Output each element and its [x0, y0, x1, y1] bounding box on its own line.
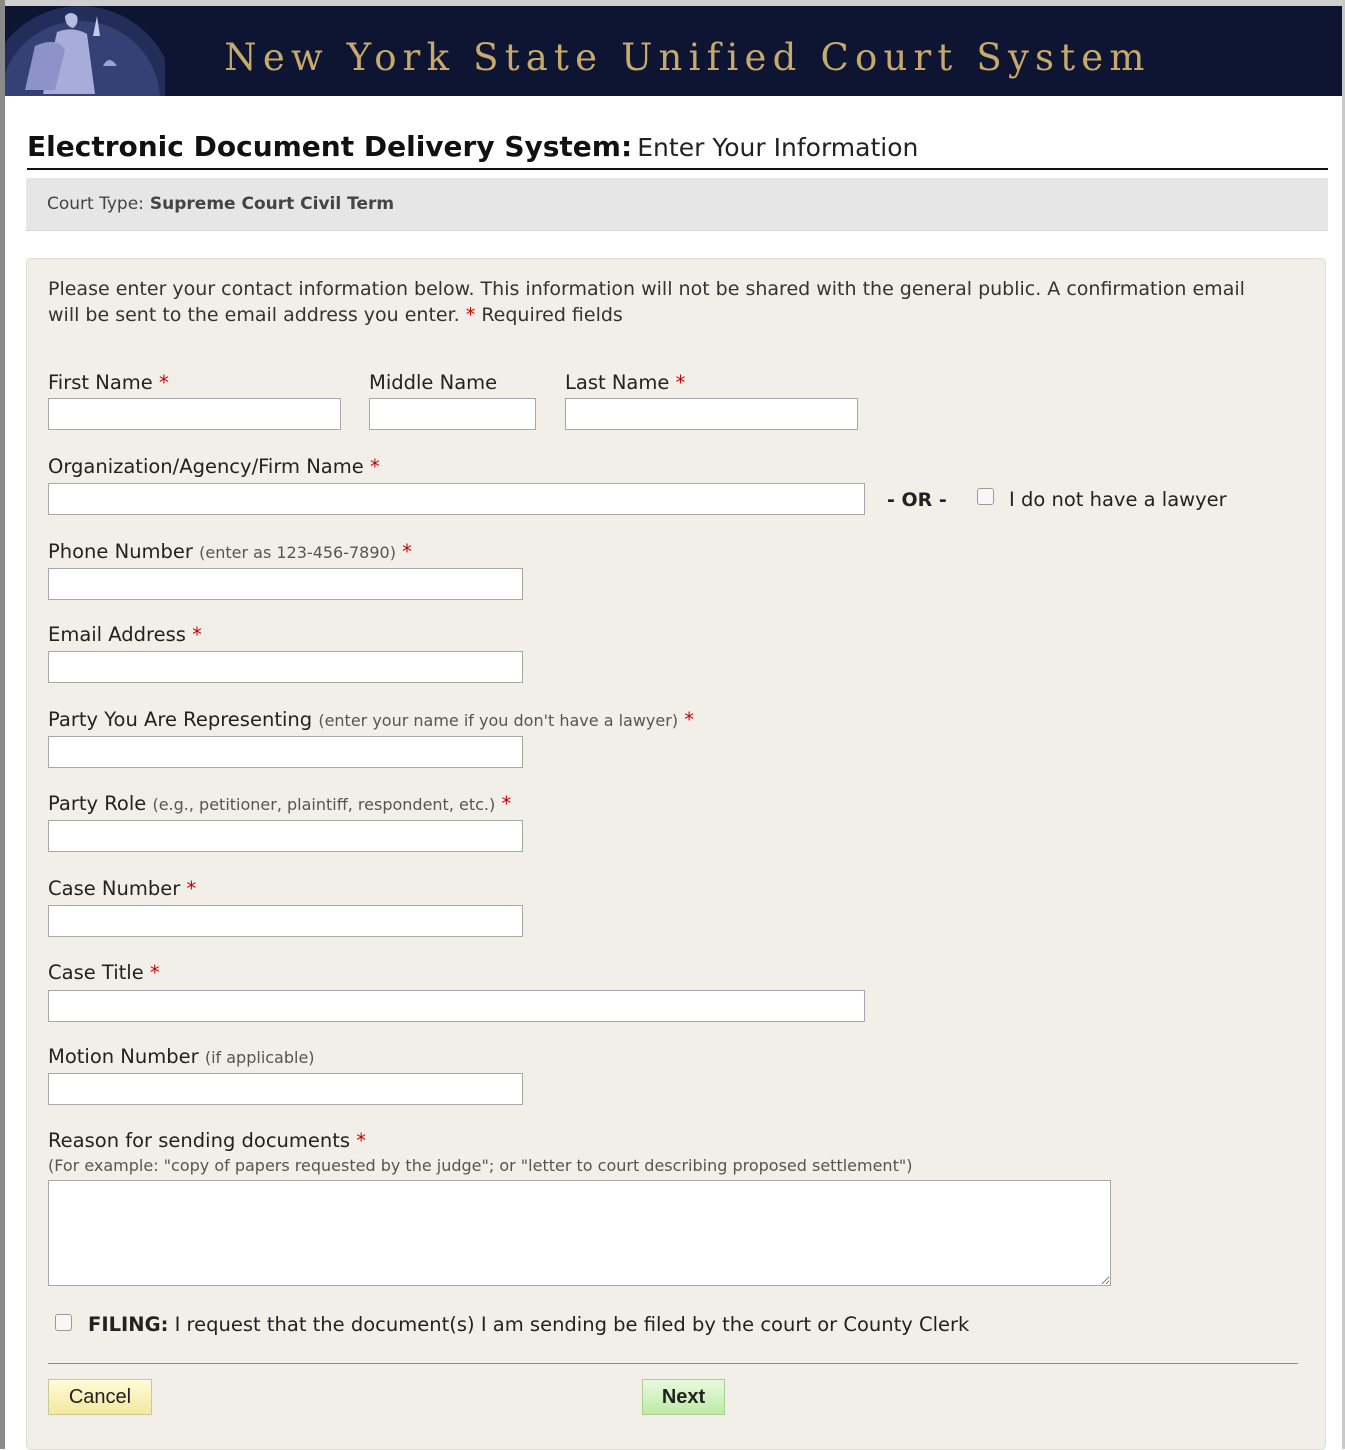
- motion-number-input[interactable]: [48, 1073, 523, 1105]
- case-number-input[interactable]: [48, 905, 523, 937]
- no-lawyer-label: I do not have a lawyer: [1009, 488, 1227, 511]
- no-lawyer-checkbox[interactable]: [977, 488, 994, 505]
- organization-label: Organization/Agency/Firm Name *: [48, 455, 380, 478]
- page-title-bold: Electronic Document Delivery System:: [27, 130, 633, 163]
- court-type-bar: Court Type: Supreme Court Civil Term: [26, 178, 1328, 231]
- first-name-input[interactable]: [48, 398, 341, 430]
- case-title-input[interactable]: [48, 990, 865, 1022]
- middle-name-label: Middle Name: [369, 371, 498, 394]
- court-type-value: Supreme Court Civil Term: [149, 194, 395, 214]
- reason-hint: (For example: "copy of papers requested …: [48, 1156, 913, 1175]
- last-name-label: Last Name *: [565, 371, 686, 394]
- first-name-label: First Name *: [48, 371, 169, 394]
- site-banner: New York State Unified Court System: [5, 6, 1342, 96]
- banner-title: New York State Unified Court System: [224, 36, 1151, 79]
- last-name-input[interactable]: [565, 398, 858, 430]
- middle-name-input[interactable]: [369, 398, 536, 430]
- phone-input[interactable]: [48, 568, 523, 600]
- case-title-label: Case Title *: [48, 961, 160, 984]
- cancel-button[interactable]: Cancel: [48, 1379, 152, 1415]
- next-button[interactable]: Next: [642, 1379, 725, 1415]
- intro-text: Please enter your contact information be…: [48, 278, 1245, 326]
- party-role-label: Party Role (e.g., petitioner, plaintiff,…: [48, 792, 512, 815]
- page-title: Electronic Document Delivery System: Ent…: [27, 130, 1328, 170]
- page-title-subtitle: Enter Your Information: [637, 133, 919, 162]
- or-separator: - OR -: [887, 489, 947, 511]
- party-label: Party You Are Representing (enter your n…: [48, 708, 695, 731]
- motion-number-label: Motion Number (if applicable): [48, 1045, 315, 1068]
- party-input[interactable]: [48, 736, 523, 768]
- reason-label: Reason for sending documents *: [48, 1129, 367, 1152]
- contact-form-panel: Please enter your contact information be…: [26, 258, 1326, 1450]
- email-input[interactable]: [48, 651, 523, 683]
- filing-label: FILING: I request that the document(s) I…: [88, 1313, 970, 1336]
- phone-label: Phone Number (enter as 123-456-7890) *: [48, 540, 412, 563]
- court-type-label: Court Type:: [47, 194, 144, 214]
- reason-textarea[interactable]: [48, 1180, 1111, 1286]
- organization-input[interactable]: [48, 483, 865, 515]
- required-marker: *: [465, 304, 476, 326]
- form-divider: [48, 1363, 1298, 1364]
- window-left-border: [0, 0, 5, 1449]
- case-number-label: Case Number *: [48, 877, 197, 900]
- party-role-input[interactable]: [48, 820, 523, 852]
- email-label: Email Address *: [48, 623, 202, 646]
- filing-checkbox[interactable]: [55, 1314, 72, 1331]
